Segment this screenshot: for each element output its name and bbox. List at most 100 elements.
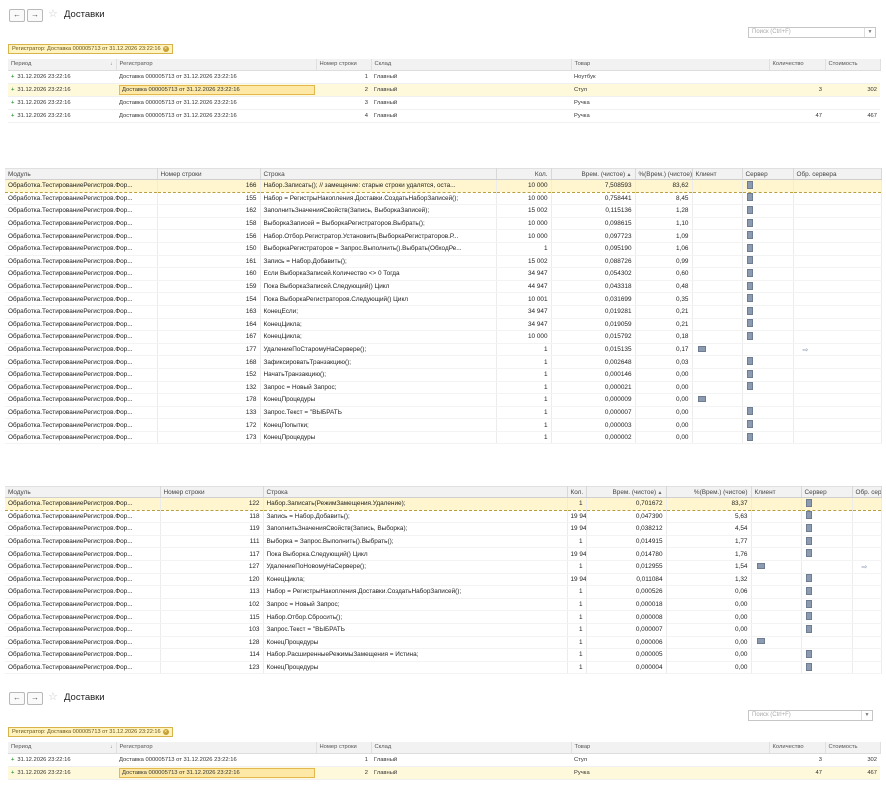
cell-line: 122 [160,497,264,511]
table-row[interactable]: Обработка.ТестированиеРегистров.Фор... 16… [5,305,882,319]
column-header[interactable]: Период ↓ [8,742,117,754]
column-header[interactable]: Товар [571,59,770,71]
table-row[interactable]: Обработка.ТестированиеРегистров.Фор... 17… [5,431,882,445]
table-row[interactable]: Обработка.ТестированиеРегистров.Фор... 16… [5,355,882,369]
search-input[interactable]: Поиск (Ctrl+F) ▼ [748,27,876,38]
forward-button[interactable]: → [27,692,43,705]
table-row[interactable]: Обработка.ТестированиеРегистров.Фор... 16… [5,267,882,281]
table-row[interactable]: Обработка.ТестированиеРегистров.Фор... 17… [5,393,882,407]
column-header[interactable]: Сервер [742,168,794,180]
column-header[interactable]: Модуль [5,168,158,180]
column-header[interactable]: Склад [371,59,572,71]
registrar-filter-badge[interactable]: Регистратор: Доставка 000005713 от 31.12… [8,44,173,54]
registrar-filter-badge[interactable]: Регистратор: Доставка 000005713 от 31.12… [8,727,173,737]
table-row[interactable]: Обработка.ТестированиеРегистров.Фор... 15… [5,368,882,382]
cell-count: 1 [496,406,552,420]
column-header[interactable]: Кол. [567,486,587,498]
cell-module: Обработка.ТестированиеРегистров.Фор... [5,368,158,382]
favorite-star-icon[interactable]: ☆ [48,692,58,703]
table-row[interactable]: Обработка.ТестированиеРегистров.Фор... 15… [5,292,882,306]
column-header[interactable]: Врем. (чистое) ▲ [586,486,667,498]
pct-value: 0,06 [735,588,748,596]
forward-button[interactable]: → [27,9,43,22]
table-row[interactable]: Обработка.ТестированиеРегистров.Фор... 15… [5,242,882,256]
column-header[interactable]: Клиент [751,486,802,498]
column-header[interactable]: Клиент [692,168,743,180]
table-row[interactable]: Обработка.ТестированиеРегистров.Фор... 17… [5,343,882,357]
table-row[interactable]: Обработка.ТестированиеРегистров.Фор... 16… [5,204,882,218]
close-icon[interactable]: × [162,46,169,52]
table-row[interactable]: Обработка.ТестированиеРегистров.Фор... 15… [5,217,882,231]
column-header[interactable]: Стоимость [825,59,881,71]
table-row[interactable]: Обработка.ТестированиеРегистров.Фор... 11… [5,547,882,561]
table-row[interactable]: Обработка.ТестированиеРегистров.Фор... 11… [5,535,882,549]
table-row[interactable]: +31.12.2026 23:22:16 Доставка 000005713 о… [8,83,880,97]
cell-module: Обработка.ТестированиеРегистров.Фор... [5,343,158,357]
column-header[interactable]: Количество [769,59,826,71]
close-icon[interactable]: × [162,729,169,735]
column-header[interactable]: Количество [769,742,826,754]
column-header[interactable]: Товар [571,742,770,754]
column-header[interactable]: Номер строки [316,742,372,754]
table-row[interactable]: Обработка.ТестированиеРегистров.Фор... 16… [5,179,882,193]
column-header[interactable]: Регистратор [116,59,317,71]
table-row[interactable]: Обработка.ТестированиеРегистров.Фор... 10… [5,623,882,637]
search-input[interactable]: Поиск (Ctrl+F) ▼ [748,710,873,721]
back-button[interactable]: ← [9,9,25,22]
table-row[interactable]: Обработка.ТестированиеРегистров.Фор... 11… [5,522,882,536]
table-row[interactable]: +31.12.2026 23:22:16 Доставка 000005713 о… [8,753,880,767]
column-header[interactable]: Врем. (чистое) ▲ [551,168,636,180]
table-row[interactable]: Обработка.ТестированиеРегистров.Фор... 12… [5,560,882,574]
table-row[interactable]: Обработка.ТестированиеРегистров.Фор... 10… [5,598,882,612]
table-row[interactable]: Обработка.ТестированиеРегистров.Фор... 12… [5,661,882,675]
table-row[interactable]: Обработка.ТестированиеРегистров.Фор... 12… [5,636,882,650]
sort-desc-icon[interactable]: ↓ [110,744,113,750]
sort-asc-icon[interactable]: ▲ [656,490,663,496]
column-header[interactable]: Строка [263,486,568,498]
chevron-down-icon[interactable]: ▼ [864,28,875,37]
chevron-down-icon[interactable]: ▼ [861,711,872,720]
table-row[interactable]: Обработка.ТестированиеРегистров.Фор... 11… [5,648,882,662]
sort-asc-icon[interactable]: ▲ [625,172,632,178]
column-header[interactable]: Обр. сервера [852,486,882,498]
table-row[interactable]: Обработка.ТестированиеРегистров.Фор... 17… [5,418,882,432]
table-row[interactable]: Обработка.ТестированиеРегистров.Фор... 15… [5,229,882,243]
table-row[interactable]: Обработка.ТестированиеРегистров.Фор... 15… [5,280,882,294]
column-header[interactable]: Номер строки [157,168,261,180]
column-header[interactable]: Кол. [496,168,552,180]
table-row[interactable]: Обработка.ТестированиеРегистров.Фор... 16… [5,318,882,332]
table-row[interactable]: Обработка.ТестированиеРегистров.Фор... 13… [5,406,882,420]
column-header[interactable]: %(Врем.) (чистое) [635,168,693,180]
column-header[interactable]: Номер строки [316,59,372,71]
table-row[interactable]: Обработка.ТестированиеРегистров.Фор... 11… [5,510,882,524]
table-row[interactable]: Обработка.ТестированиеРегистров.Фор... 12… [5,573,882,587]
table-row[interactable]: Обработка.ТестированиеРегистров.Фор... 12… [5,497,882,511]
table-row[interactable]: Обработка.ТестированиеРегистров.Фор... 16… [5,330,882,344]
table-row[interactable]: +31.12.2026 23:22:16 Доставка 000005713 о… [8,96,880,110]
favorite-star-icon[interactable]: ☆ [48,9,58,20]
cell-client [692,229,743,243]
table-row[interactable]: Обработка.ТестированиеРегистров.Фор... 16… [5,255,882,269]
back-button[interactable]: ← [9,692,25,705]
column-header[interactable]: Модуль [5,486,161,498]
table-row[interactable]: +31.12.2026 23:22:16 Доставка 000005713 о… [8,109,880,123]
column-header[interactable]: Стоимость [825,742,881,754]
registrar-value: Доставка 000005713 от 31.12.2026 23:22:1… [119,73,237,80]
column-header[interactable]: Склад [371,742,572,754]
table-row[interactable]: +31.12.2026 23:22:16 Доставка 000005713 о… [8,766,880,780]
table-row[interactable]: Обработка.ТестированиеРегистров.Фор... 11… [5,585,882,599]
column-header[interactable]: Период ↓ [8,59,117,71]
pct-value: 1,09 [676,232,689,240]
table-row[interactable]: +31.12.2026 23:22:16 Доставка 000005713 о… [8,70,880,84]
table-row[interactable]: Обработка.ТестированиеРегистров.Фор... 11… [5,610,882,624]
column-header[interactable]: Обр. сервера [793,168,882,180]
column-header[interactable]: Сервер [801,486,853,498]
column-header[interactable]: Номер строки [160,486,264,498]
column-header[interactable]: %(Врем.) (чистое) [666,486,752,498]
column-header[interactable]: Строка [260,168,497,180]
table-row[interactable]: Обработка.ТестированиеРегистров.Фор... 15… [5,192,882,206]
column-header[interactable]: Регистратор [116,742,317,754]
cell-module: Обработка.ТестированиеРегистров.Фор... [5,431,158,445]
sort-desc-icon[interactable]: ↓ [110,61,113,67]
table-row[interactable]: Обработка.ТестированиеРегистров.Фор... 13… [5,381,882,395]
